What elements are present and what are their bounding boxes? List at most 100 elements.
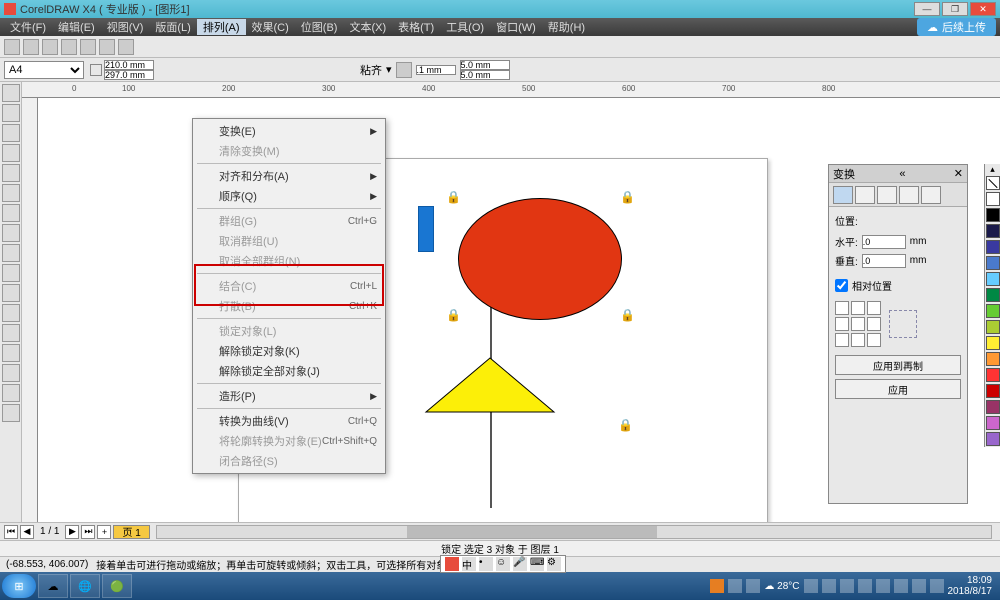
save-icon[interactable] bbox=[42, 39, 58, 55]
ellipse-tool[interactable] bbox=[2, 224, 20, 242]
menu-工具[interactable]: 工具(O) bbox=[440, 19, 490, 35]
close-button[interactable]: ✕ bbox=[970, 2, 996, 16]
color-swatch[interactable] bbox=[986, 288, 1000, 302]
dup-y-input[interactable] bbox=[460, 70, 510, 80]
page-height-input[interactable] bbox=[104, 70, 154, 80]
add-page-button[interactable]: + bbox=[97, 525, 111, 539]
table-tool[interactable] bbox=[2, 304, 20, 322]
task-chrome[interactable]: 🌐 bbox=[70, 574, 100, 598]
clock[interactable]: 18:09 2018/8/17 bbox=[948, 575, 993, 597]
menu-帮助[interactable]: 帮助(H) bbox=[542, 19, 591, 35]
open-icon[interactable] bbox=[23, 39, 39, 55]
outline-tool[interactable] bbox=[2, 364, 20, 382]
apply-button[interactable]: 应用 bbox=[835, 379, 961, 399]
menu-版面[interactable]: 版面(L) bbox=[149, 19, 196, 35]
page-width-input[interactable] bbox=[104, 60, 154, 70]
ime-keyboard-icon[interactable]: ⌨ bbox=[530, 557, 544, 571]
chevron-down-icon[interactable]: ▾ bbox=[386, 63, 392, 76]
ime-mode-button[interactable]: 中 bbox=[462, 557, 476, 571]
horizontal-input[interactable] bbox=[862, 235, 906, 249]
menu-排列[interactable]: 排列(A) bbox=[197, 19, 246, 35]
last-page-button[interactable]: ⏭ bbox=[81, 525, 95, 539]
weather-text[interactable]: ☁ 28°C bbox=[764, 581, 799, 592]
color-swatch[interactable] bbox=[986, 224, 1000, 238]
color-swatch[interactable] bbox=[986, 400, 1000, 414]
task-app-1[interactable]: ☁ bbox=[38, 574, 68, 598]
relative-checkbox[interactable] bbox=[835, 279, 848, 292]
tray-icon-2[interactable] bbox=[728, 579, 742, 593]
anchor-bc[interactable] bbox=[851, 333, 865, 347]
color-swatch[interactable] bbox=[986, 272, 1000, 286]
smart-fill-tool[interactable] bbox=[2, 184, 20, 202]
menu-视图[interactable]: 视图(V) bbox=[101, 19, 150, 35]
menu-文本[interactable]: 文本(X) bbox=[343, 19, 392, 35]
ime-emoji-icon[interactable]: ☺ bbox=[496, 557, 510, 571]
start-button[interactable]: ⊞ bbox=[2, 574, 36, 598]
color-swatch[interactable] bbox=[986, 240, 1000, 254]
anchor-br[interactable] bbox=[867, 333, 881, 347]
crop-tool[interactable] bbox=[2, 124, 20, 142]
shape-tool[interactable] bbox=[2, 104, 20, 122]
rectangle-tool[interactable] bbox=[2, 204, 20, 222]
menu-item-顺序(Q)[interactable]: 顺序(Q)▶ bbox=[193, 186, 385, 206]
scale-tab-icon[interactable] bbox=[877, 186, 897, 204]
color-swatch[interactable] bbox=[986, 304, 1000, 318]
menu-item-变换(E)[interactable]: 变换(E)▶ bbox=[193, 121, 385, 141]
tray-icon-3[interactable] bbox=[746, 579, 760, 593]
polygon-tool[interactable] bbox=[2, 244, 20, 262]
color-swatch[interactable] bbox=[986, 352, 1000, 366]
print-icon[interactable] bbox=[61, 39, 77, 55]
tray-icon-6[interactable] bbox=[894, 579, 908, 593]
zoom-tool[interactable] bbox=[2, 144, 20, 162]
menu-表格[interactable]: 表格(T) bbox=[392, 19, 440, 35]
color-swatch[interactable] bbox=[986, 384, 1000, 398]
color-swatch[interactable] bbox=[986, 208, 1000, 222]
anchor-tr[interactable] bbox=[867, 301, 881, 315]
cloud-upload-button[interactable]: ☁ 后续上传 bbox=[917, 18, 996, 36]
anchor-mr[interactable] bbox=[867, 317, 881, 331]
menu-文件[interactable]: 文件(F) bbox=[4, 19, 52, 35]
new-icon[interactable] bbox=[4, 39, 20, 55]
tray-icon-7[interactable] bbox=[912, 579, 926, 593]
first-page-button[interactable]: ⏮ bbox=[4, 525, 18, 539]
color-swatch[interactable] bbox=[986, 192, 1000, 206]
text-tool[interactable] bbox=[2, 284, 20, 302]
tray-network-icon[interactable] bbox=[804, 579, 818, 593]
interactive-tool[interactable] bbox=[2, 324, 20, 342]
page-tab[interactable]: 页 1 bbox=[113, 525, 149, 539]
apply-duplicate-button[interactable]: 应用到再制 bbox=[835, 355, 961, 375]
blue-rectangle-shape[interactable] bbox=[418, 206, 434, 252]
ime-settings-icon[interactable]: ⚙ bbox=[547, 557, 561, 571]
minimize-button[interactable]: — bbox=[914, 2, 940, 16]
eyedropper-tool[interactable] bbox=[2, 344, 20, 362]
tray-volume-icon[interactable] bbox=[822, 579, 836, 593]
palette-up-icon[interactable]: ▴ bbox=[985, 164, 1000, 175]
snap-icon[interactable] bbox=[396, 62, 412, 78]
maximize-button[interactable]: ❐ bbox=[942, 2, 968, 16]
anchor-bl[interactable] bbox=[835, 333, 849, 347]
tray-icon-8[interactable] bbox=[930, 579, 944, 593]
portrait-icon[interactable] bbox=[90, 64, 102, 76]
ime-logo-icon[interactable] bbox=[445, 557, 459, 571]
horizontal-scrollbar[interactable] bbox=[156, 525, 992, 539]
menu-item-解除锁定全部对象(J)[interactable]: 解除锁定全部对象(J) bbox=[193, 361, 385, 381]
menu-编辑[interactable]: 编辑(E) bbox=[52, 19, 101, 35]
menu-效果[interactable]: 效果(C) bbox=[246, 19, 295, 35]
next-page-button[interactable]: ▶ bbox=[65, 525, 79, 539]
cut-icon[interactable] bbox=[80, 39, 96, 55]
anchor-tl[interactable] bbox=[835, 301, 849, 315]
size-tab-icon[interactable] bbox=[899, 186, 919, 204]
position-tab-icon[interactable] bbox=[833, 186, 853, 204]
red-ellipse-shape[interactable] bbox=[458, 198, 622, 320]
basic-shapes-tool[interactable] bbox=[2, 264, 20, 282]
tray-icon-4[interactable] bbox=[858, 579, 872, 593]
ime-mic-icon[interactable]: 🎤 bbox=[513, 557, 527, 571]
copy-icon[interactable] bbox=[99, 39, 115, 55]
nudge-input[interactable] bbox=[416, 65, 456, 75]
menu-item-对齐和分布(A)[interactable]: 对齐和分布(A)▶ bbox=[193, 166, 385, 186]
anchor-ml[interactable] bbox=[835, 317, 849, 331]
color-swatch[interactable] bbox=[986, 336, 1000, 350]
color-swatch[interactable] bbox=[986, 416, 1000, 430]
yellow-triangle-shape[interactable] bbox=[424, 356, 556, 414]
paste-icon[interactable] bbox=[118, 39, 134, 55]
